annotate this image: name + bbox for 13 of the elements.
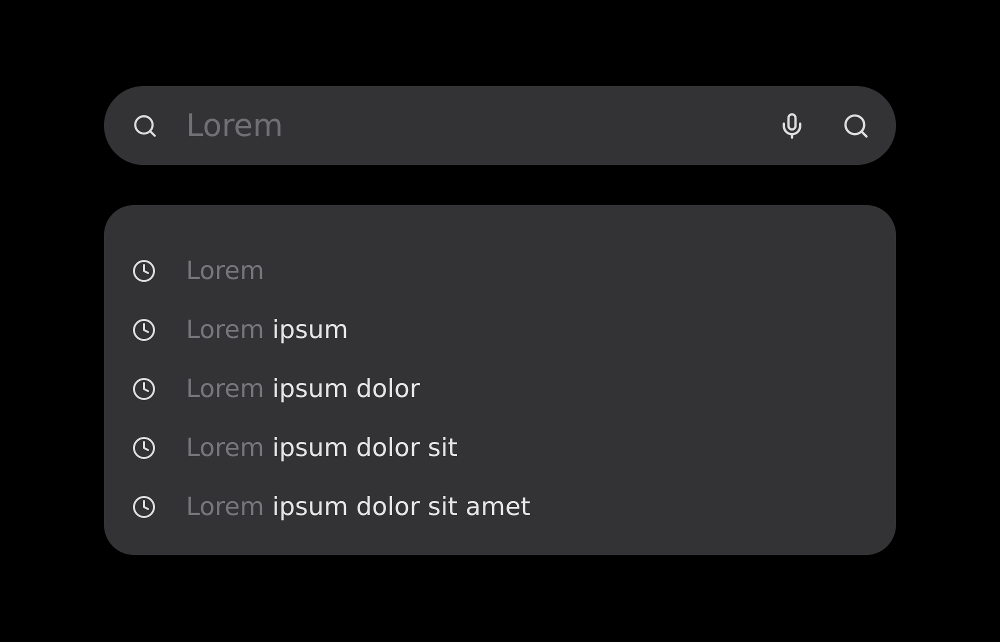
suggestion-item[interactable]: Lorem ipsum dolor sit amet xyxy=(186,492,530,521)
suggestion-item[interactable]: Lorem ipsum xyxy=(186,315,348,344)
search-icon xyxy=(132,112,158,138)
search-field[interactable]: Lorem xyxy=(186,108,746,144)
search-icon xyxy=(842,112,870,140)
clock-icon xyxy=(132,376,156,400)
clock-icon xyxy=(132,494,156,518)
clock-icon xyxy=(132,318,156,342)
suggestion-item[interactable]: Lorem ipsum dolor sit xyxy=(186,433,458,462)
search-bar[interactable]: Lorem xyxy=(104,86,896,165)
suggestion-item[interactable]: Lorem ipsum dolor xyxy=(186,374,420,403)
clock-icon xyxy=(132,436,156,460)
clock-icon xyxy=(132,258,156,282)
